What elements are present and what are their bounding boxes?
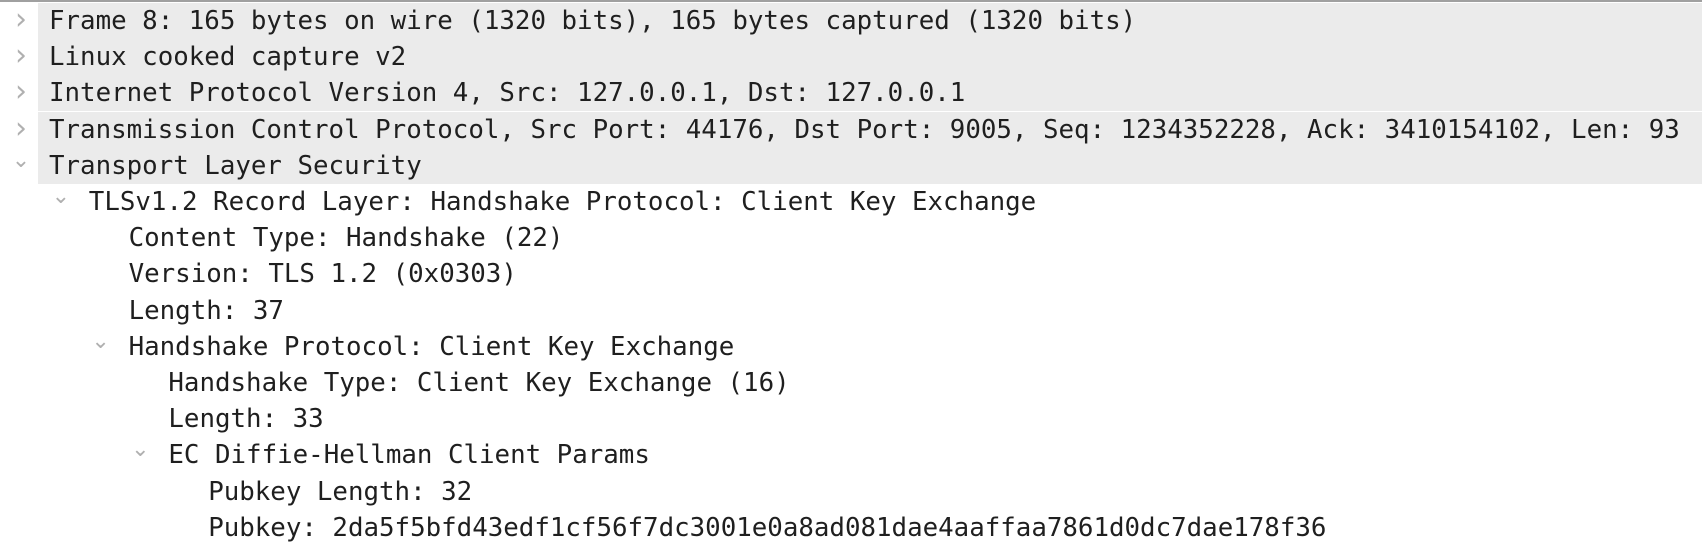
tree-item[interactable]: › Frame 8: 165 bytes on wire (1320 bits),…	[0, 3, 1702, 39]
row-highlight	[38, 293, 1702, 329]
chevron-right-icon[interactable]: ›	[11, 75, 31, 111]
tree-item-label: Content Type: Handshake (22)	[128, 223, 564, 254]
tree-item-label: Linux cooked capture v2	[49, 42, 407, 73]
tree-item-label: Internet Protocol Version 4, Src: 127.0.…	[49, 78, 966, 109]
tree-item[interactable]: › Linux cooked capture v2	[0, 39, 1702, 76]
tree-item-label: EC Diffie-Hellman Client Params	[168, 440, 650, 471]
tree-item-label: Length: 37	[128, 295, 284, 326]
chevron-right-icon[interactable]: ›	[11, 39, 31, 75]
tree-item-label: Transport Layer Security	[49, 150, 422, 181]
tree-item[interactable]: Version: TLS 1.2 (0x0303)	[0, 256, 1702, 292]
chevron-down-icon[interactable]: ⌄	[91, 329, 111, 365]
tree-item-label: Pubkey: 2da5f5bfd43edf1cf56f7dc3001e0a8a…	[208, 512, 1327, 543]
chevron-right-icon[interactable]: ›	[11, 111, 31, 148]
tree-item-label: Frame 8: 165 bytes on wire (1320 bits), …	[49, 6, 1137, 36]
chevron-down-icon[interactable]: ⌄	[11, 148, 31, 184]
packet-details-tree: › Frame 8: 165 bytes on wire (1320 bits),…	[0, 0, 1702, 543]
tree-item-label: Version: TLS 1.2 (0x0303)	[128, 259, 517, 290]
tree-item-label: TLSv1.2 Record Layer: Handshake Protocol…	[88, 187, 1037, 217]
tree-item[interactable]: ⌄ Handshake Protocol: Client Key Exchange	[0, 329, 1702, 365]
tree-item[interactable]: ⌄ EC Diffie-Hellman Client Params	[0, 437, 1702, 473]
tree-item[interactable]: Pubkey Length: 32	[0, 474, 1702, 510]
tree-item-label: Transmission Control Protocol, Src Port:…	[49, 114, 1680, 145]
tree-item[interactable]: Length: 37	[0, 293, 1702, 329]
tree-item-label: Handshake Protocol: Client Key Exchange	[128, 331, 735, 362]
chevron-down-icon[interactable]: ⌄	[130, 437, 150, 473]
tree-item-label: Length: 33	[168, 404, 324, 435]
tree-item[interactable]: ⌄ TLSv1.2 Record Layer: Handshake Protoco…	[0, 184, 1702, 220]
tree-item[interactable]: Pubkey: 2da5f5bfd43edf1cf56f7dc3001e0a8a…	[0, 510, 1702, 546]
tree-item[interactable]: Handshake Type: Client Key Exchange (16)	[0, 365, 1702, 401]
tree-item-label: Handshake Type: Client Key Exchange (16)	[168, 368, 790, 398]
chevron-down-icon[interactable]: ⌄	[51, 184, 71, 220]
tree-item[interactable]: Length: 33	[0, 401, 1702, 437]
tree-item[interactable]: Content Type: Handshake (22)	[0, 220, 1702, 256]
chevron-right-icon[interactable]: ›	[11, 3, 31, 39]
tree-item[interactable]: › Transmission Control Protocol, Src Port…	[0, 111, 1702, 148]
tree-item-label: Pubkey Length: 32	[208, 476, 473, 507]
tree-item[interactable]: ⌄ Transport Layer Security	[0, 147, 1702, 184]
tree-item[interactable]: › Internet Protocol Version 4, Src: 127.0…	[0, 75, 1702, 112]
